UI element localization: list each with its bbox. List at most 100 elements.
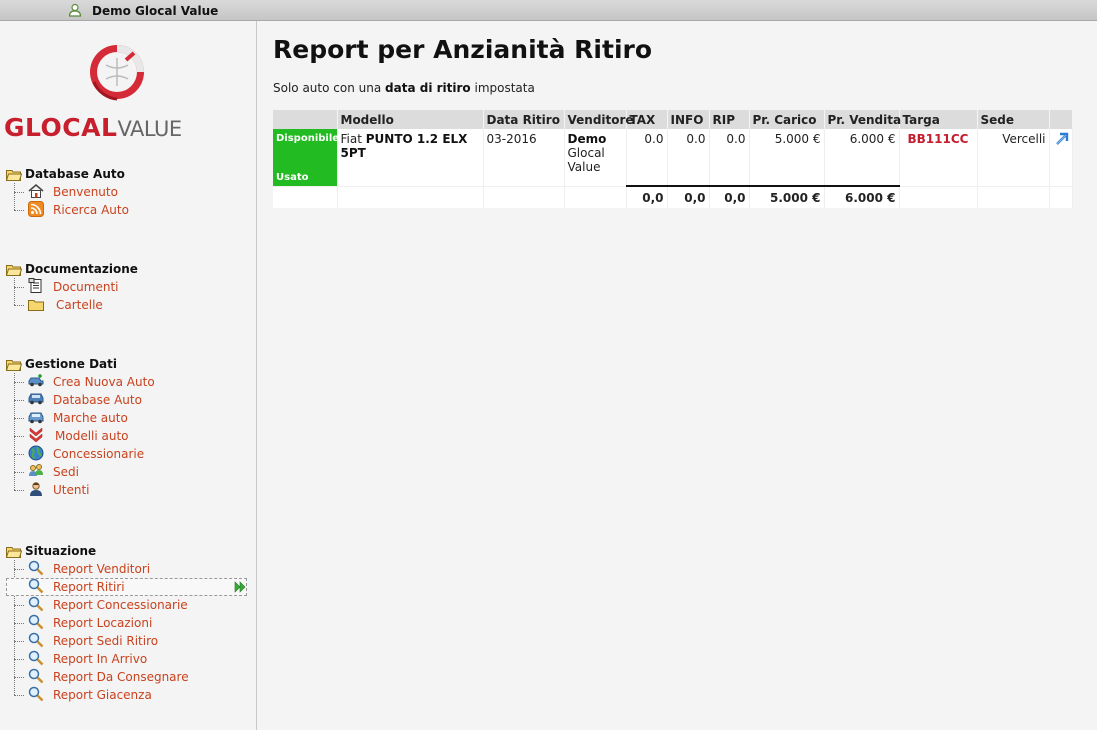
tree: Report Venditori Report Ritiri Report Co… [6, 560, 250, 704]
sidebar-item-marche-auto[interactable]: Marche auto [14, 409, 250, 427]
chevrons-down-icon [29, 427, 43, 443]
sidebar-item-label[interactable]: Ricerca Auto [53, 203, 129, 217]
empty-cell [1049, 186, 1073, 208]
table-row[interactable]: Disponibile Usato Fiat PUNTO 1.2 ELX 5PT… [273, 129, 1073, 187]
site-cell: Vercelli [977, 129, 1050, 187]
sidebar-item-utenti[interactable]: Utenti [14, 481, 250, 499]
sidebar-item-label[interactable]: Report Giacenza [53, 688, 152, 702]
page-subtitle: Solo auto con una data di ritiro imposta… [273, 81, 535, 95]
user-name[interactable]: Demo Glocal Value [92, 4, 218, 18]
sidebar-item-label[interactable]: Report Venditori [53, 562, 150, 576]
magnifier-icon [28, 596, 44, 612]
folder-open-icon [6, 360, 22, 371]
sidebar-item-documenti[interactable]: Documenti [14, 278, 250, 296]
column-header[interactable] [273, 110, 338, 129]
total-sale-price: 6.000 € [824, 185, 900, 208]
column-header[interactable]: INFO [667, 110, 710, 129]
magnifier-icon [28, 614, 44, 630]
magnifier-icon [28, 650, 44, 666]
sidebar-item-database-auto[interactable]: Database Auto [14, 391, 250, 409]
sidebar-item-label[interactable]: Report Sedi Ritiro [53, 634, 158, 648]
document-icon [28, 278, 42, 293]
rss-icon [28, 201, 44, 217]
sidebar-item-benvenuto[interactable]: Benvenuto [14, 183, 250, 201]
column-header[interactable]: Sede [977, 110, 1050, 129]
section-header[interactable]: Gestione Dati [6, 357, 250, 373]
sidebar-item-crea-nuova-auto[interactable]: Crea Nuova Auto [14, 373, 250, 391]
sidebar-item-label[interactable]: Sedi [53, 465, 79, 479]
sidebar-item-modelli-auto[interactable]: Modelli auto [14, 427, 250, 445]
section-header[interactable]: Database Auto [6, 167, 250, 183]
sidebar-item-report-giacenza[interactable]: Report Giacenza [14, 686, 250, 704]
sidebar-item-label[interactable]: Crea Nuova Auto [53, 375, 155, 389]
sidebar-item-report-sedi-ritiro[interactable]: Report Sedi Ritiro [14, 632, 250, 650]
logo-value-text: VALUE [117, 117, 182, 141]
sidebar-item-label[interactable]: Marche auto [53, 411, 128, 425]
sidebar-item-report-venditori[interactable]: Report Venditori [14, 560, 250, 578]
subtitle-text: Solo auto con una [273, 81, 382, 95]
column-header[interactable]: Modello [337, 110, 484, 129]
column-header[interactable]: TAX [626, 110, 668, 129]
sidebar-item-label[interactable]: Utenti [53, 483, 90, 497]
column-header[interactable]: Targa [899, 110, 978, 129]
section-title: Database Auto [25, 167, 125, 181]
folder-open-icon [6, 170, 22, 181]
car-make: Fiat [340, 132, 362, 146]
sidebar-item-report-locazioni[interactable]: Report Locazioni [14, 614, 250, 632]
plate-cell: BB111CC [899, 129, 978, 187]
logo-globe-icon [90, 45, 144, 101]
section-situazione: Situazione Report Venditori Report Ritir… [6, 544, 250, 704]
sidebar-item-label[interactable]: Database Auto [53, 393, 142, 407]
sidebar-item-report-da-consegnare[interactable]: Report Da Consegnare [14, 668, 250, 686]
column-header[interactable]: RIP [709, 110, 750, 129]
section-header[interactable]: Situazione [6, 544, 250, 560]
sidebar-item-label[interactable]: Report In Arrivo [53, 652, 147, 666]
sidebar-item-concessionarie[interactable]: Concessionarie [14, 445, 250, 463]
tree: Benvenuto Ricerca Auto [14, 183, 250, 219]
glocal-value-logo: GLOCALVALUE [4, 41, 232, 161]
sidebar-item-label[interactable]: Cartelle [56, 298, 103, 312]
sidebar-item-sedi[interactable]: Sedi [14, 463, 250, 481]
column-header[interactable]: Pr. Vendita [824, 110, 901, 129]
sidebar-item-report-ritiri[interactable]: Report Ritiri [6, 578, 250, 596]
user-icon [68, 3, 82, 17]
fast-forward-icon [234, 581, 246, 593]
section-title: Documentazione [25, 262, 138, 276]
globe-icon [28, 445, 44, 461]
column-header[interactable]: Venditore [564, 110, 634, 129]
open-link-icon[interactable] [1055, 132, 1069, 146]
column-header[interactable]: Pr. Carico [749, 110, 825, 129]
sidebar-item-label[interactable]: Report Da Consegnare [53, 670, 189, 684]
sidebar-item-label[interactable]: Report Ritiri [53, 580, 125, 594]
sidebar-item-label[interactable]: Documenti [53, 280, 119, 294]
sidebar-item-label[interactable]: Modelli auto [55, 429, 129, 443]
sidebar-item-label[interactable]: Concessionarie [53, 447, 144, 461]
sidebar-item-label[interactable]: Report Locazioni [53, 616, 152, 630]
empty-cell [337, 186, 484, 208]
section-header[interactable]: Documentazione [6, 262, 250, 278]
empty-cell [273, 186, 338, 208]
section-gestione-dati: Gestione Dati Crea Nuova Auto Database A… [6, 357, 250, 499]
pickup-date-cell: 03-2016 [483, 129, 565, 187]
load-price-cell: 5.000 € [749, 129, 825, 187]
subtitle-text: impostata [474, 81, 535, 95]
magnifier-icon [28, 560, 44, 576]
total-info: 0,0 [667, 185, 710, 208]
open-cell[interactable] [1049, 129, 1073, 187]
sidebar-item-report-concessionarie[interactable]: Report Concessionarie [14, 596, 250, 614]
empty-cell [483, 186, 565, 208]
sidebar-item-label[interactable]: Report Concessionarie [53, 598, 188, 612]
main-content: Report per Anzianità Ritiro Solo auto co… [258, 21, 1097, 730]
seller-name: Glocal [567, 146, 605, 160]
total-rip: 0,0 [709, 185, 750, 208]
magnifier-icon [28, 686, 44, 702]
sidebar-item-ricerca-auto[interactable]: Ricerca Auto [14, 201, 250, 219]
sidebar-item-label[interactable]: Benvenuto [53, 185, 118, 199]
users-group-icon [29, 464, 43, 476]
section-title: Situazione [25, 544, 97, 558]
sidebar-item-report-in-arrivo[interactable]: Report In Arrivo [14, 650, 250, 668]
sidebar-item-cartelle[interactable]: Cartelle [14, 296, 250, 314]
status-availability: Disponibile [276, 133, 340, 144]
column-header[interactable]: Data Ritiro [483, 110, 565, 129]
magnifier-icon [28, 668, 44, 684]
